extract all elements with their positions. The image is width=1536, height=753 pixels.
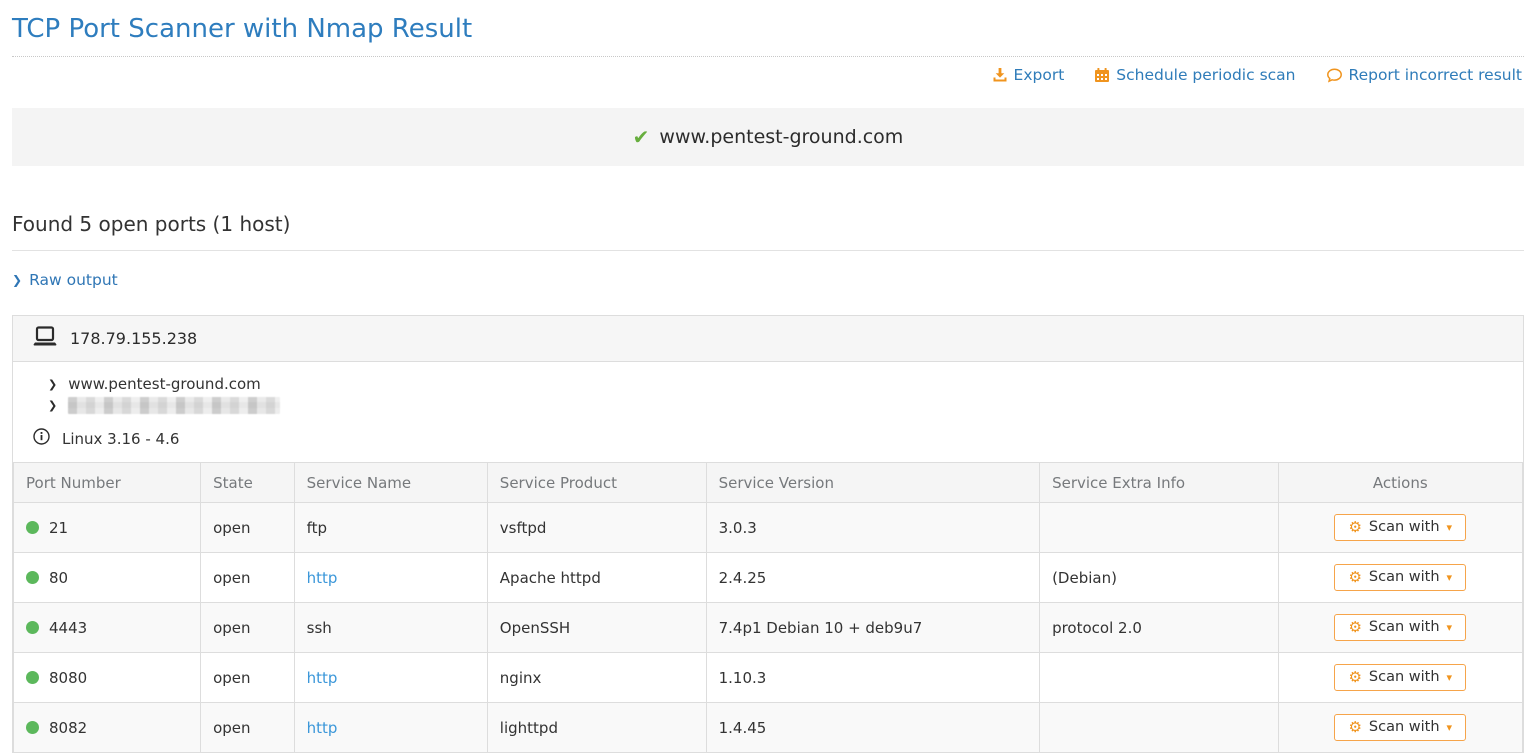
speech-bubble-icon (1326, 67, 1343, 83)
table-row: 21 open ftp vsftpd 3.0.3 ⚙Scan with▾ (14, 503, 1523, 553)
schedule-button[interactable]: Schedule periodic scan (1094, 66, 1295, 84)
service-product-cell: vsftpd (487, 503, 706, 553)
host-card: 178.79.155.238 ❯ www.pentest-ground.com … (12, 315, 1524, 753)
ports-table: Port Number State Service Name Service P… (13, 462, 1523, 753)
gear-icon: ⚙ (1348, 570, 1361, 585)
service-extra-cell: (Debian) (1040, 553, 1278, 603)
export-button[interactable]: Export (992, 66, 1065, 84)
calendar-icon (1094, 67, 1110, 83)
col-state: State (201, 463, 295, 503)
gear-icon: ⚙ (1348, 520, 1361, 535)
caret-down-icon: ▾ (1447, 522, 1453, 533)
state-cell: open (201, 603, 295, 653)
open-status-dot-icon (26, 621, 39, 634)
gear-icon: ⚙ (1348, 620, 1361, 635)
service-extra-cell (1040, 503, 1278, 553)
service-product-cell: nginx (487, 653, 706, 703)
os-info: Linux 3.16 - 4.6 (33, 428, 1503, 449)
info-icon (33, 428, 50, 449)
service-product-cell: Apache httpd (487, 553, 706, 603)
col-service-name: Service Name (294, 463, 487, 503)
service-name[interactable]: http (307, 669, 338, 687)
table-row: 80 open http Apache httpd 2.4.25 (Debian… (14, 553, 1523, 603)
chevron-right-icon: ❯ (12, 273, 22, 287)
caret-down-icon: ▾ (1447, 722, 1453, 733)
service-name: ssh (307, 619, 332, 637)
hostname-item: ❯ www.pentest-ground.com (48, 373, 1503, 395)
redacted-hostname (68, 397, 280, 414)
col-port-number: Port Number (14, 463, 201, 503)
report-button[interactable]: Report incorrect result (1326, 66, 1523, 84)
table-row: 4443 open ssh OpenSSH 7.4p1 Debian 10 + … (14, 603, 1523, 653)
port-number: 80 (49, 569, 68, 587)
scan-with-button[interactable]: ⚙Scan with▾ (1334, 514, 1466, 541)
open-status-dot-icon (26, 571, 39, 584)
port-number: 4443 (49, 619, 87, 637)
service-version-cell: 1.10.3 (706, 653, 1039, 703)
state-cell: open (201, 653, 295, 703)
table-row: 8080 open http nginx 1.10.3 ⚙Scan with▾ (14, 653, 1523, 703)
target-banner: ✔ www.pentest-ground.com (12, 108, 1524, 166)
service-version-cell: 7.4p1 Debian 10 + deb9u7 (706, 603, 1039, 653)
scan-with-button[interactable]: ⚙Scan with▾ (1334, 664, 1466, 691)
caret-down-icon: ▾ (1447, 622, 1453, 633)
computer-icon (33, 326, 57, 351)
chevron-right-icon: ❯ (48, 399, 57, 412)
toolbar: Export Schedule periodic scan Report inc… (12, 57, 1524, 94)
page: TCP Port Scanner with Nmap Result Export… (0, 0, 1536, 753)
os-label: Linux 3.16 - 4.6 (62, 430, 179, 448)
col-actions: Actions (1278, 463, 1523, 503)
host-body: ❯ www.pentest-ground.com ❯ Linux 3.16 - … (13, 362, 1523, 462)
chevron-right-icon: ❯ (48, 378, 57, 391)
port-number: 8080 (49, 669, 87, 687)
service-product-cell: OpenSSH (487, 603, 706, 653)
gear-icon: ⚙ (1348, 670, 1361, 685)
host-ip: 178.79.155.238 (70, 329, 197, 348)
target-hostname: www.pentest-ground.com (659, 126, 903, 148)
col-service-product: Service Product (487, 463, 706, 503)
scan-with-button[interactable]: ⚙Scan with▾ (1334, 614, 1466, 641)
service-name: ftp (307, 519, 327, 537)
service-version-cell: 2.4.25 (706, 553, 1039, 603)
results-heading: Found 5 open ports (1 host) (12, 212, 1524, 251)
page-title: TCP Port Scanner with Nmap Result (12, 0, 1524, 57)
gear-icon: ⚙ (1348, 720, 1361, 735)
hostname-label: www.pentest-ground.com (68, 375, 261, 393)
open-status-dot-icon (26, 671, 39, 684)
host-header: 178.79.155.238 (13, 316, 1523, 362)
open-status-dot-icon (26, 521, 39, 534)
col-service-version: Service Version (706, 463, 1039, 503)
scan-with-button[interactable]: ⚙Scan with▾ (1334, 564, 1466, 591)
check-icon: ✔ (633, 127, 650, 147)
state-cell: open (201, 553, 295, 603)
caret-down-icon: ▾ (1447, 672, 1453, 683)
hostname-item-redacted: ❯ (48, 395, 1503, 416)
service-extra-cell: protocol 2.0 (1040, 603, 1278, 653)
service-version-cell: 3.0.3 (706, 503, 1039, 553)
state-cell: open (201, 503, 295, 553)
service-extra-cell (1040, 653, 1278, 703)
service-name[interactable]: http (307, 569, 338, 587)
port-number: 21 (49, 519, 68, 537)
col-service-extra: Service Extra Info (1040, 463, 1278, 503)
raw-output-link[interactable]: ❯ Raw output (12, 271, 118, 289)
caret-down-icon: ▾ (1447, 572, 1453, 583)
download-icon (992, 67, 1008, 83)
